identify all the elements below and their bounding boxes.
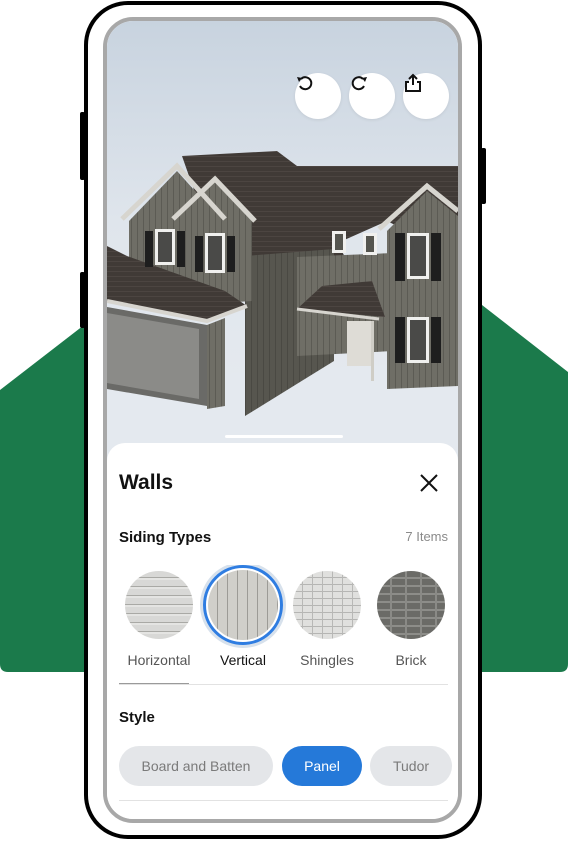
panel-title: Walls xyxy=(119,471,174,494)
redo-icon xyxy=(351,76,367,91)
divider xyxy=(119,800,448,801)
share-button[interactable] xyxy=(403,73,449,119)
undo-button[interactable] xyxy=(295,73,341,119)
style-label: Style xyxy=(119,709,155,726)
siding-types-label: Siding Types xyxy=(119,529,212,546)
shingle-siding-texture xyxy=(293,571,361,639)
brick-siding-texture xyxy=(377,571,445,639)
phone-side-button-volume-up xyxy=(80,112,85,180)
drag-handle[interactable] xyxy=(225,435,343,438)
style-option-tudor[interactable]: Tudor xyxy=(370,746,452,786)
phone-side-button-volume-down xyxy=(80,272,85,328)
house-3d-view[interactable] xyxy=(107,21,458,461)
redo-button[interactable] xyxy=(349,73,395,119)
undo-icon xyxy=(297,76,313,91)
siding-count: 7 Items xyxy=(405,529,448,544)
close-button[interactable] xyxy=(415,469,443,497)
walls-panel: Walls Siding Types 7 Items Horizontal Ve… xyxy=(107,443,458,819)
style-option-board-and-batten[interactable]: Board and Batten xyxy=(119,746,273,786)
style-option-panel[interactable]: Panel xyxy=(282,746,362,786)
phone-screen: Walls Siding Types 7 Items Horizontal Ve… xyxy=(103,17,462,823)
vertical-siding-texture xyxy=(208,570,278,640)
siding-label: Brick xyxy=(395,652,427,668)
siding-carousel[interactable]: Horizontal Vertical Shingles Brick xyxy=(119,565,458,675)
share-icon xyxy=(405,73,421,92)
phone-side-button-power xyxy=(481,148,486,204)
horizontal-siding-texture xyxy=(125,571,193,639)
divider xyxy=(119,684,448,685)
close-icon xyxy=(420,474,438,492)
